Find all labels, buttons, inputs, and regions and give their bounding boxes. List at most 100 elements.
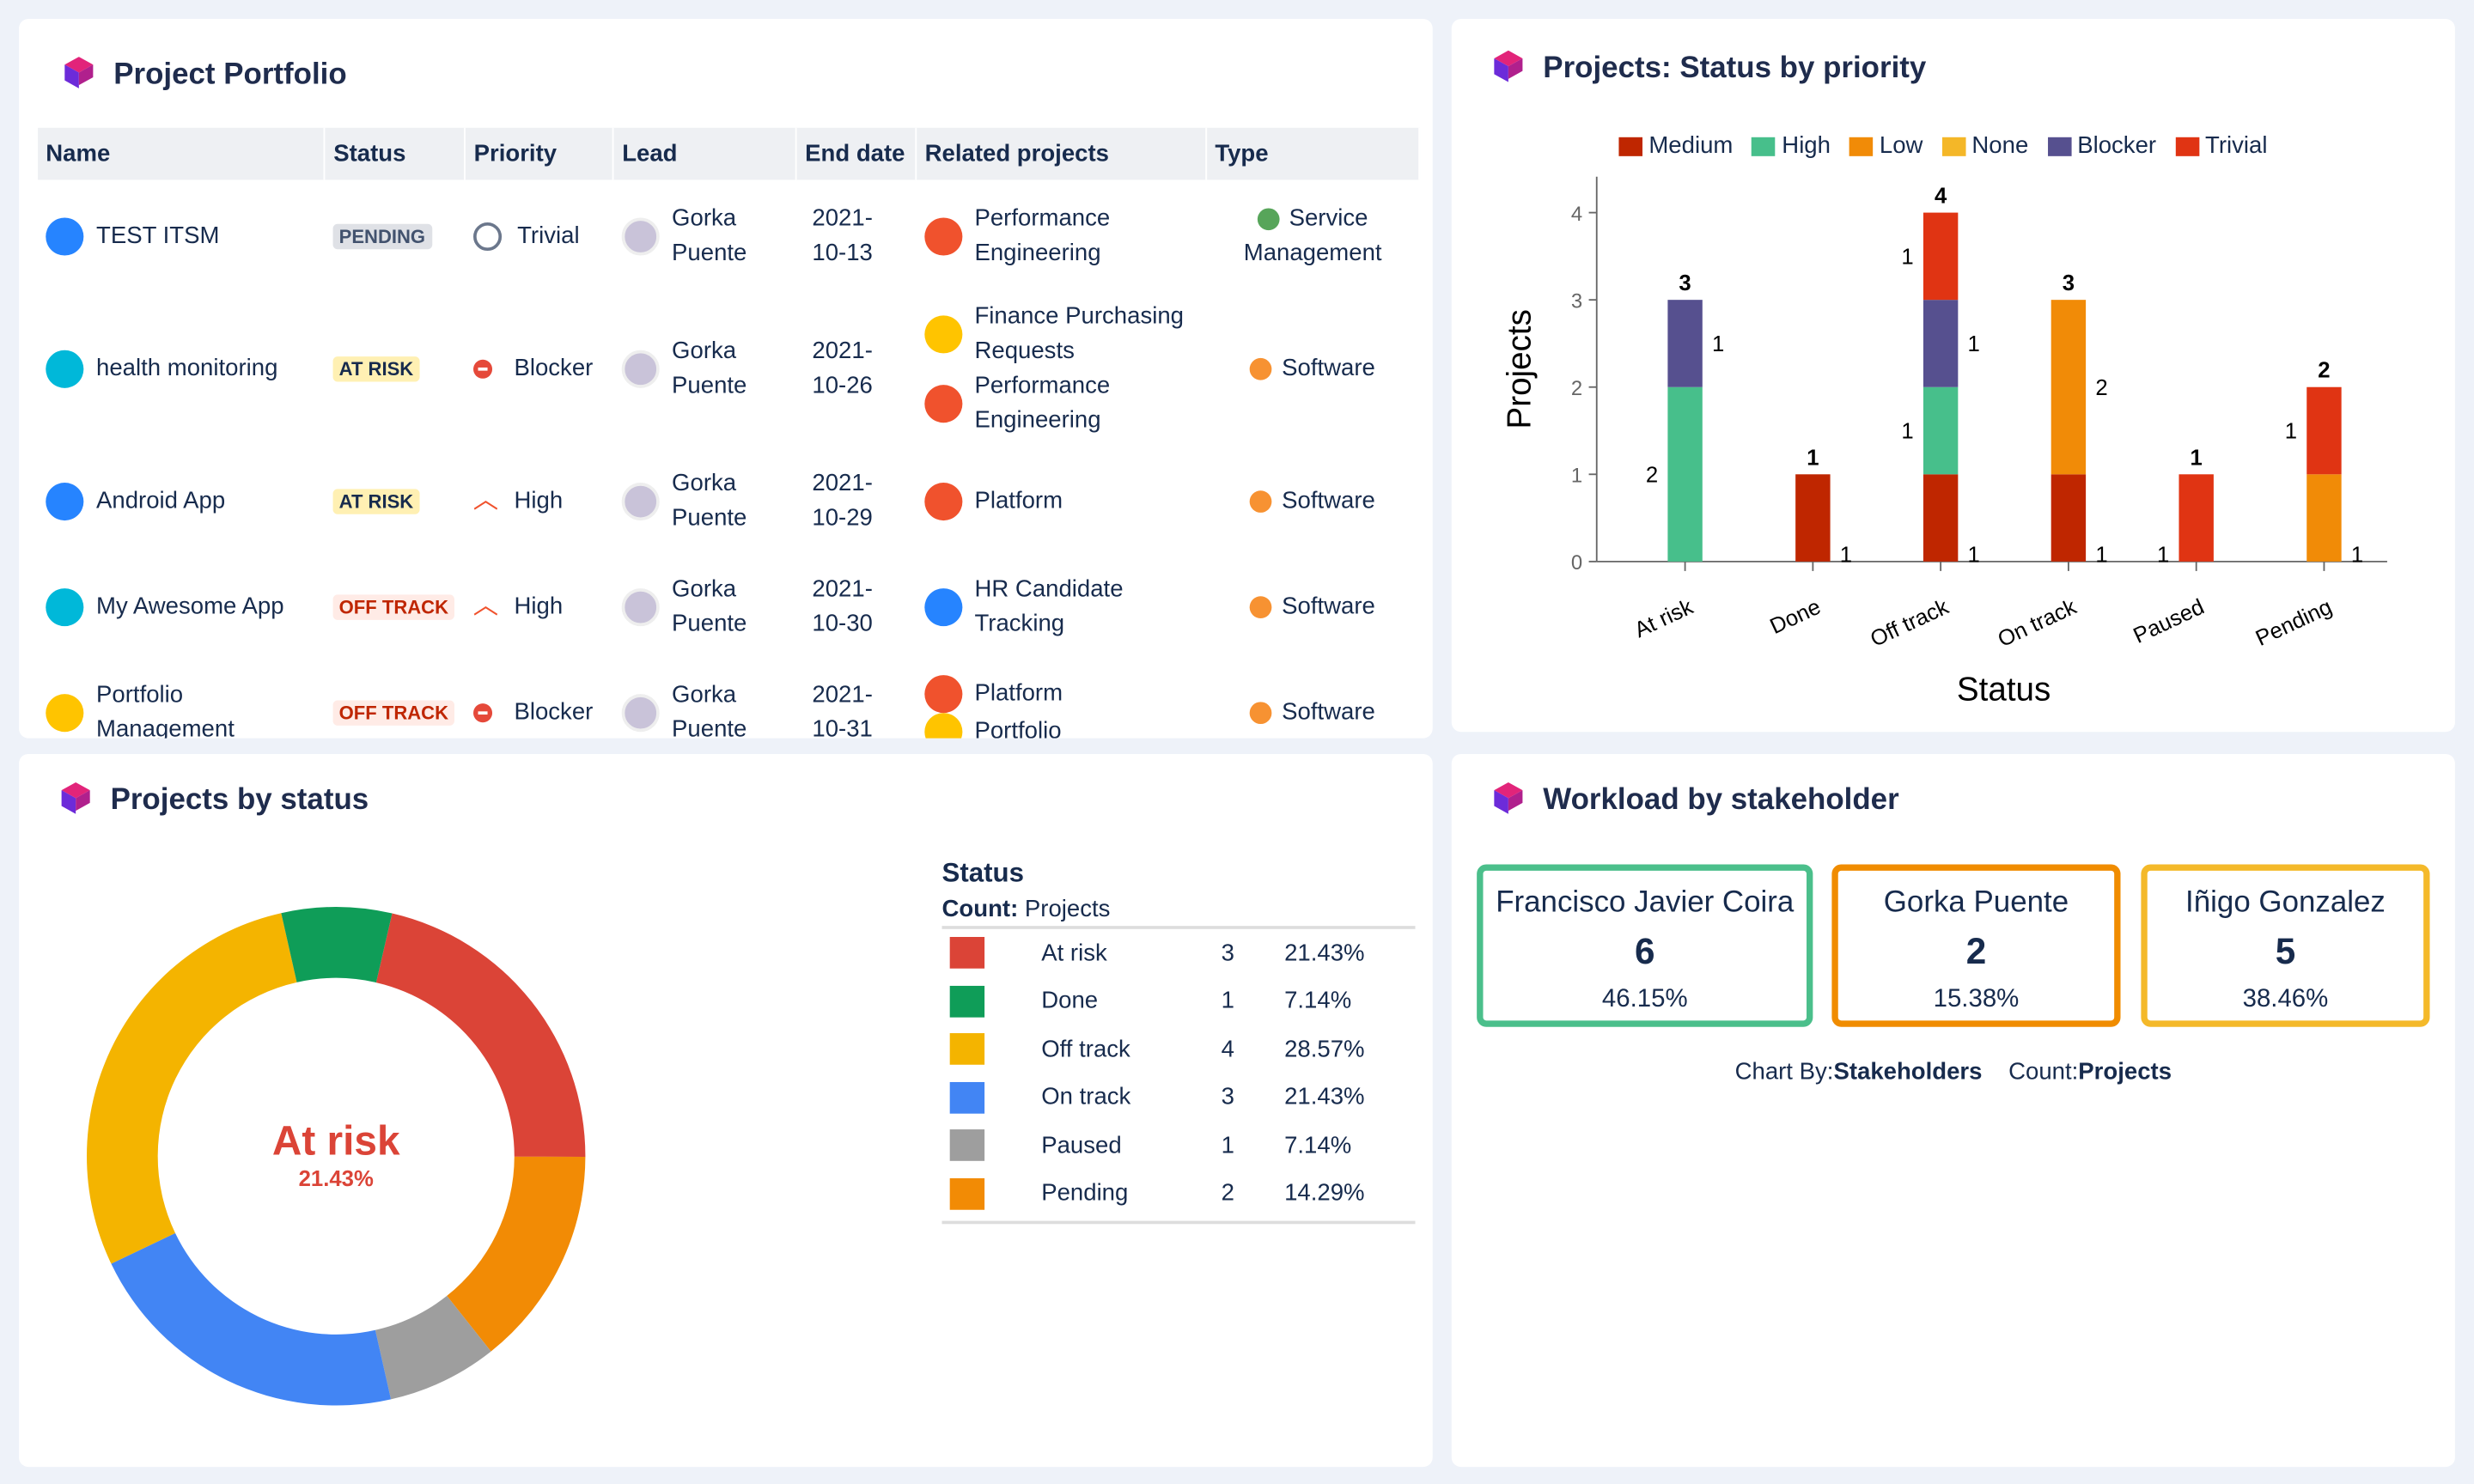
project-type-icon (1250, 596, 1273, 619)
column-header[interactable]: Related projects (916, 127, 1208, 180)
donut-center-value: 21.43% (298, 1165, 374, 1191)
stakeholder-card[interactable]: Iñigo Gonzalez 5 38.46% (2141, 864, 2430, 1027)
related-project-link[interactable]: Performance Engineering (974, 369, 1110, 439)
segment-value-label: 1 (2285, 420, 2297, 444)
project-name[interactable]: Portfolio (96, 678, 235, 713)
chart-by-label: Chart By: (1734, 1058, 1834, 1086)
table-row[interactable]: Android App AT RISK ︿ High Gorka Puente 20… (38, 445, 1419, 558)
related-project-link[interactable]: Portfolio (974, 715, 1061, 739)
column-header[interactable]: Status (325, 127, 466, 180)
donut-center-label: At risk (271, 1116, 400, 1165)
table-row[interactable]: health monitoring AT RISK Blocker Gorka P… (38, 294, 1419, 445)
project-type-icon (1250, 702, 1273, 725)
project-name[interactable]: My Awesome App (96, 590, 283, 624)
chart-title: Projects by status (110, 783, 369, 818)
status-legend-row[interactable]: At risk 3 21.43% (942, 929, 1416, 977)
app-logo-icon (1494, 782, 1523, 814)
status-legend-row[interactable]: Off track 4 28.57% (942, 1025, 1416, 1073)
table-row[interactable]: Portfolio Management OFF TRACK Blocker Go… (38, 656, 1419, 739)
bar-segment-medium[interactable] (1923, 474, 1959, 562)
segment-value-label: 1 (1968, 332, 1980, 356)
bar-segment-low[interactable] (2050, 300, 2087, 475)
legend-swatch (949, 985, 985, 1018)
workload-footer: Chart By:Stakeholders Count:Projects (1452, 1058, 2455, 1085)
bar-segment-trivial[interactable] (2306, 386, 2342, 475)
bar-segment-trivial[interactable] (2178, 474, 2214, 562)
bar-segment-medium[interactable] (2050, 474, 2087, 562)
status-legend-row[interactable]: Paused 1 7.14% (942, 1122, 1416, 1170)
column-header[interactable]: End date (796, 127, 917, 180)
related-project-link[interactable]: Finance Purchasing Requests (974, 300, 1184, 369)
bar-segment-medium[interactable] (1795, 474, 1831, 562)
project-type: Software (1282, 698, 1375, 726)
x-tick-label: Pending (2252, 595, 2336, 651)
app-logo-icon (64, 57, 94, 88)
priority-label: Trivial (517, 222, 580, 250)
status-legend-row[interactable]: Done 1 7.14% (942, 977, 1416, 1025)
count-value[interactable]: Projects (2078, 1058, 2172, 1085)
related-project-link[interactable]: Platform (974, 677, 1063, 711)
lead-name: Gorka Puente (672, 338, 747, 399)
stakeholder-name: Francisco Javier Coira (1496, 886, 1795, 920)
y-tick-label: 1 (1571, 464, 1582, 487)
stakeholder-card[interactable]: Francisco Javier Coira 6 46.15% (1477, 864, 1813, 1027)
priority-label: High (514, 487, 564, 514)
stakeholder-percent: 38.46% (2242, 985, 2329, 1013)
segment-value-label: 1 (2095, 544, 2107, 568)
user-avatar-icon (621, 350, 660, 388)
y-tick-label: 4 (1571, 203, 1582, 226)
bar-segment-high[interactable] (1923, 386, 1959, 475)
related-project-link[interactable]: Performance Engineering (974, 202, 1110, 271)
segment-value-label: 1 (1840, 544, 1852, 568)
count-label: Count: (941, 896, 1019, 923)
project-avatar-icon (46, 350, 84, 388)
table-row[interactable]: TEST ITSM PENDING Trivial Gorka Puente 20… (38, 179, 1419, 293)
segment-value-label: 1 (1968, 544, 1980, 568)
segment-value-label: 2 (2095, 376, 2107, 400)
y-tick-label: 3 (1571, 289, 1582, 313)
priority-label: High (514, 593, 564, 620)
stakeholder-percent: 46.15% (1601, 985, 1688, 1013)
bar-segment-blocker[interactable] (1923, 300, 1959, 387)
donut-slice-done[interactable] (281, 907, 393, 983)
x-tick-label: Done (1766, 595, 1825, 639)
project-type-icon (1250, 357, 1273, 380)
project-type: Software (1282, 487, 1375, 514)
column-header[interactable]: Lead (613, 127, 797, 180)
column-header[interactable]: Priority (465, 127, 615, 180)
priority-label: Blocker (514, 698, 594, 726)
bar-segment-low[interactable] (2306, 474, 2342, 562)
column-header[interactable]: Name (38, 127, 326, 180)
related-project-icon (923, 588, 962, 627)
bar-total-label: 4 (1935, 185, 1947, 209)
chart-by-value[interactable]: Stakeholders (1833, 1058, 1982, 1085)
lead-name: Gorka Puente (672, 470, 747, 532)
panel-title: Project Portfolio (113, 58, 347, 92)
bar-segment-trivial[interactable] (1923, 212, 1959, 301)
status-badge: OFF TRACK (332, 700, 455, 726)
project-name[interactable]: health monitoring (96, 352, 277, 386)
bar-segment-blocker[interactable] (1667, 300, 1703, 387)
donut-slice-on-track[interactable] (111, 1232, 392, 1406)
status-legend-row[interactable]: On track 3 21.43% (942, 1073, 1416, 1122)
donut-slice-off-track[interactable] (87, 913, 297, 1264)
projects-by-status-panel: Projects by status At risk 21.43% Status… (19, 753, 1433, 1468)
related-project-link[interactable]: Platform (974, 484, 1063, 519)
related-project-link[interactable]: HR Candidate Tracking (974, 573, 1123, 642)
project-name[interactable]: Android App (96, 484, 225, 519)
bar-segment-high[interactable] (1667, 386, 1703, 562)
end-date: 2021- 10-26 (812, 338, 873, 399)
status-legend-row[interactable]: Pending 2 14.29% (942, 1170, 1416, 1218)
project-type: Service (1289, 204, 1368, 232)
segment-value-label: 1 (2351, 544, 2363, 568)
status-badge: AT RISK (332, 489, 420, 514)
project-name[interactable]: TEST ITSM (96, 219, 219, 253)
x-tick-label: Paused (2130, 595, 2208, 648)
column-header[interactable]: Type (1206, 127, 1421, 180)
bar-total-label: 1 (2191, 446, 2203, 470)
y-axis-title: Projects (1502, 309, 1539, 429)
project-name-cont[interactable]: Management (96, 713, 235, 739)
stakeholder-card[interactable]: Gorka Puente 2 15.38% (1831, 864, 2121, 1027)
legend-swatch (949, 937, 985, 970)
table-row[interactable]: My Awesome App OFF TRACK ︿ High Gorka Puen… (38, 558, 1419, 656)
